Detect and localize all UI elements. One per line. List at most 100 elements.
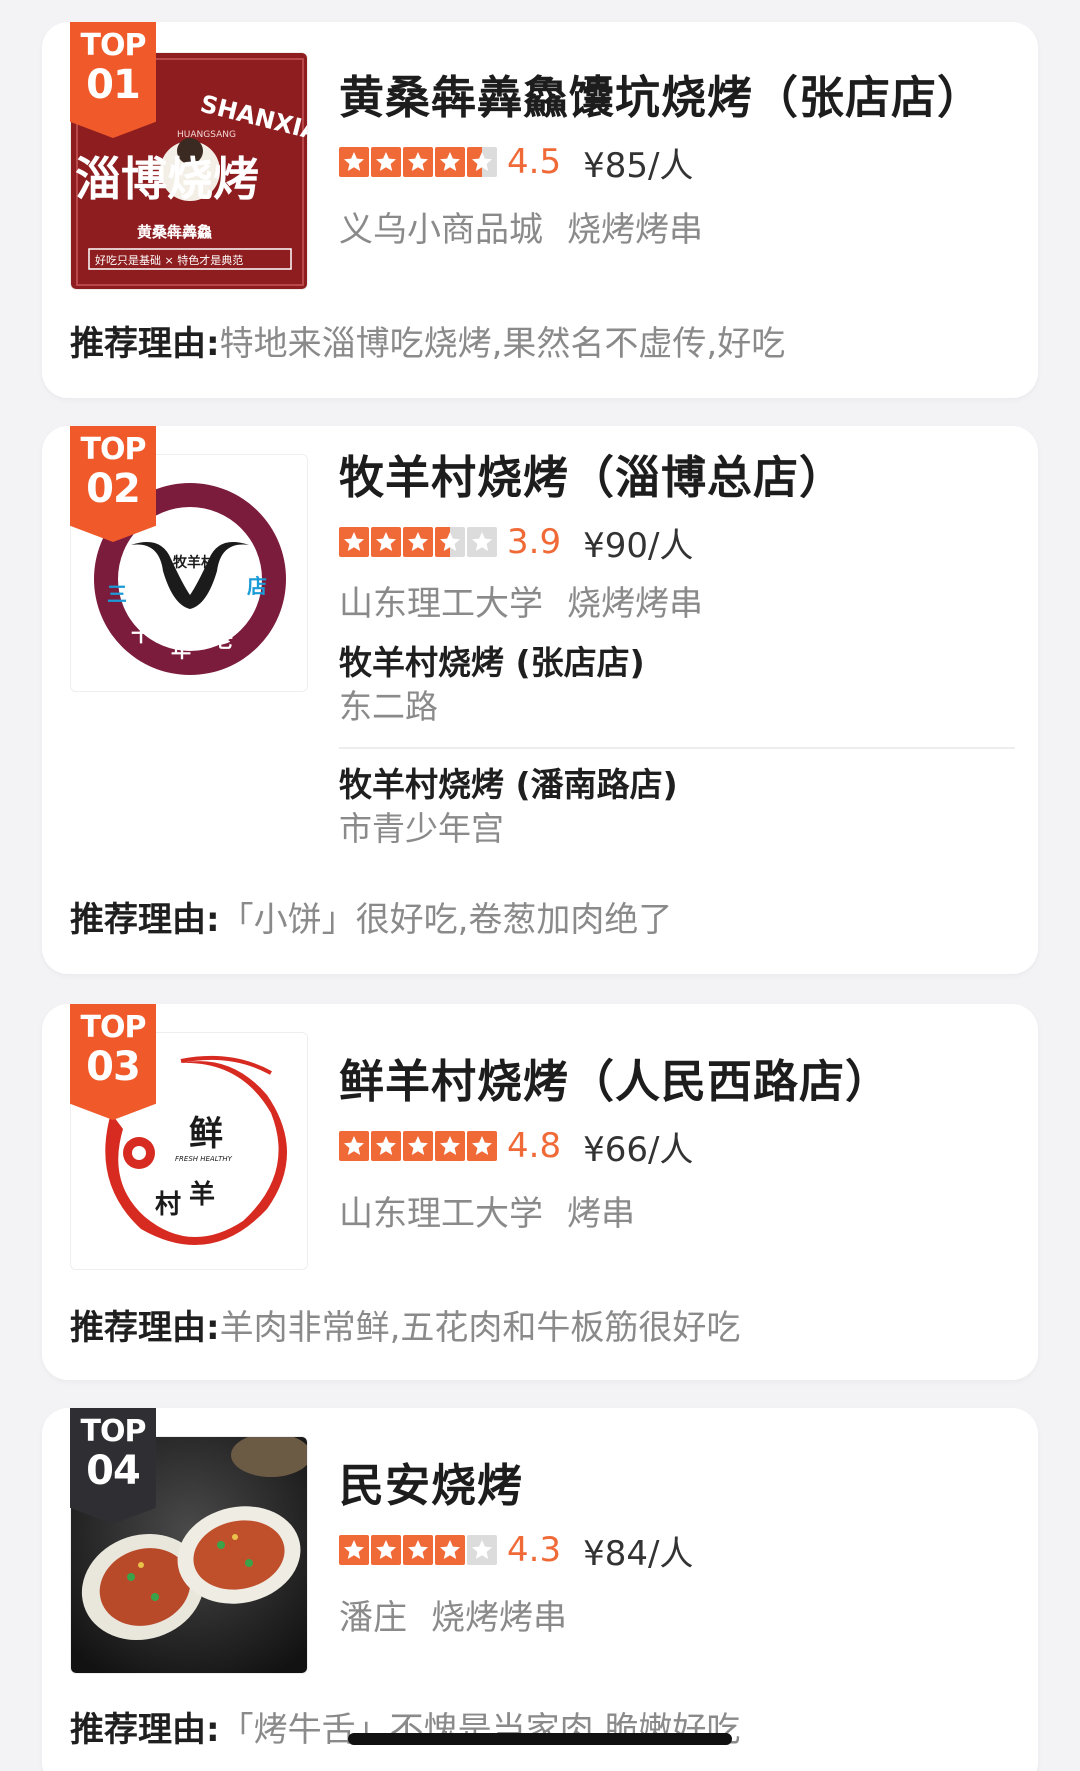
area-label: 潘庄 (339, 1598, 407, 1638)
restaurant-name[interactable]: 黄桑犇羴鱻馕坑烧烤（张店店） (339, 70, 1018, 126)
reason-text: 特地来淄博吃烧烤,果然名不虚传,好吃 (219, 324, 786, 364)
avg-price: ¥90/人 (583, 525, 694, 566)
restaurant-card-1[interactable]: TOP 01 SHANXIAN HUANGSANG 淄博烧烤 黄桑犇羴鱻 好吃只… (42, 22, 1038, 398)
logo-char-2: 羊 (189, 1179, 215, 1210)
star-icon (403, 1535, 433, 1565)
star-rating (339, 1535, 499, 1565)
star-icon (467, 1131, 497, 1161)
logo-ring-char-2: 十 (131, 622, 151, 646)
logo-slogan-text: 好吃只是基础 × 特色才是典范 (95, 253, 243, 267)
branch-name: 牧羊村烧烤 (张店店) (339, 643, 645, 682)
avg-price: ¥66/人 (583, 1129, 694, 1170)
rating-score: 4.8 (507, 1126, 562, 1166)
restaurant-card-3[interactable]: TOP 03 鲜 羊 村 FRESH HEALTHY 鲜羊村烧烤（人民西路店） … (42, 1004, 1038, 1380)
home-indicator-bar[interactable] (348, 1733, 732, 1745)
branch-address: 东二路 (339, 687, 438, 726)
reason-label: 推荐理由: (70, 900, 220, 940)
rank-badge: TOP 01 (70, 22, 156, 138)
rating-row: 4.8 ¥66/人 (339, 1124, 1018, 1170)
star-icon (339, 527, 369, 557)
rating-score: 4.5 (507, 142, 562, 182)
star-icon (403, 527, 433, 557)
logo-ring-char-3: 年 (171, 638, 191, 662)
reason-label: 推荐理由: (70, 324, 220, 364)
restaurant-card-4[interactable]: TOP 04 民安烧烤 4.3 ¥84/人 潘庄 烧烤烤串 推荐理由:「烤牛舌」… (42, 1408, 1038, 1771)
category-label: 烧烤烤串 (567, 584, 703, 624)
logo-cn-text: 黄桑犇羴鱻 (137, 223, 212, 241)
rating-row: 4.3 ¥84/人 (339, 1528, 1018, 1574)
restaurant-meta: 山东理工大学 烤串 (339, 1186, 1018, 1235)
rating-row: 4.5 ¥85/人 (339, 140, 1018, 186)
star-icon (403, 1131, 433, 1161)
branch-name: 牧羊村烧烤 (潘南路店) (339, 765, 678, 804)
area-label: 山东理工大学 (339, 584, 543, 624)
star-icon (435, 147, 465, 177)
restaurant-meta: 潘庄 烧烤烤串 (339, 1590, 1018, 1639)
star-icon (435, 1131, 465, 1161)
star-icon (467, 1535, 497, 1565)
star-icon (371, 147, 401, 177)
branch-item[interactable]: 牧羊村烧烤 (潘南路店) 市青少年宫 (339, 763, 1018, 851)
star-rating (339, 147, 499, 177)
reason-label: 推荐理由: (70, 1710, 220, 1750)
star-icon (435, 1535, 465, 1565)
star-rating (339, 527, 499, 557)
restaurant-name[interactable]: 牧羊村烧烤（淄博总店） (339, 450, 1018, 506)
rank-top-label: TOP (80, 432, 147, 467)
category-label: 烧烤烤串 (567, 210, 703, 250)
logo-ring-char-1: 三 (107, 582, 127, 606)
rank-number: 02 (86, 466, 141, 512)
reason-text: 羊肉非常鲜,五花肉和牛板筋很好吃 (219, 1308, 741, 1348)
star-icon (403, 147, 433, 177)
rank-number: 01 (86, 62, 141, 108)
logo-brand-text: 牧羊村 (173, 554, 215, 571)
rank-badge: TOP 02 (70, 426, 156, 542)
logo-en-text: FRESH HEALTHY (175, 1155, 233, 1163)
logo-ring-char-5: 店 (247, 574, 267, 598)
logo-char-1: 鲜 (189, 1114, 223, 1154)
recommend-reason: 推荐理由:特地来淄博吃烧烤,果然名不虚传,好吃 (70, 316, 1018, 365)
rank-badge: TOP 03 (70, 1004, 156, 1120)
star-icon (371, 1535, 401, 1565)
star-icon (339, 147, 369, 177)
area-label: 山东理工大学 (339, 1194, 543, 1234)
recommend-reason: 推荐理由:羊肉非常鲜,五花肉和牛板筋很好吃 (70, 1300, 1018, 1349)
star-icon (371, 1131, 401, 1161)
rating-score: 3.9 (507, 522, 562, 562)
logo-char-3: 村 (155, 1190, 181, 1220)
restaurant-name[interactable]: 鲜羊村烧烤（人民西路店） (339, 1054, 1018, 1110)
branch-item[interactable]: 牧羊村烧烤 (张店店) 东二路 (339, 641, 1018, 729)
rating-row: 3.9 ¥90/人 (339, 520, 1018, 566)
avg-price: ¥84/人 (583, 1533, 694, 1574)
star-icon (339, 1535, 369, 1565)
category-label: 烧烤烤串 (431, 1598, 567, 1638)
category-label: 烤串 (567, 1194, 635, 1234)
star-icon (467, 147, 497, 177)
area-label: 义乌小商品城 (339, 210, 543, 250)
reason-label: 推荐理由: (70, 1308, 220, 1348)
rank-top-label: TOP (80, 1414, 147, 1449)
avg-price: ¥85/人 (583, 145, 694, 186)
rank-number: 03 (86, 1044, 141, 1090)
restaurant-meta: 山东理工大学 烧烤烤串 (339, 576, 1018, 625)
logo-ring-char-4: 老 (213, 628, 233, 652)
branch-address: 市青少年宫 (339, 809, 504, 848)
star-icon (371, 527, 401, 557)
star-icon (467, 527, 497, 557)
rating-score: 4.3 (507, 1530, 562, 1570)
rank-number: 04 (86, 1448, 141, 1494)
recommend-reason: 推荐理由:「小饼」很好吃,卷葱加肉绝了 (70, 892, 1018, 941)
branch-divider (339, 747, 1015, 749)
rank-badge: TOP 04 (70, 1408, 156, 1524)
reason-text: 「小饼」很好吃,卷葱加肉绝了 (219, 900, 673, 940)
restaurant-card-2[interactable]: TOP 02 牧羊村 三 十 年 老 店 牧羊村烧烤（淄博总店） 3.9 ¥90… (42, 426, 1038, 974)
star-icon (339, 1131, 369, 1161)
star-icon (435, 527, 465, 557)
star-rating (339, 1131, 499, 1161)
rank-top-label: TOP (80, 1010, 147, 1045)
restaurant-meta: 义乌小商品城 烧烤烤串 (339, 202, 1018, 251)
rank-top-label: TOP (80, 28, 147, 63)
restaurant-name[interactable]: 民安烧烤 (339, 1458, 1018, 1514)
logo-sub-text: HUANGSANG (177, 130, 236, 140)
logo-title-text: 淄博烧烤 (75, 152, 259, 206)
